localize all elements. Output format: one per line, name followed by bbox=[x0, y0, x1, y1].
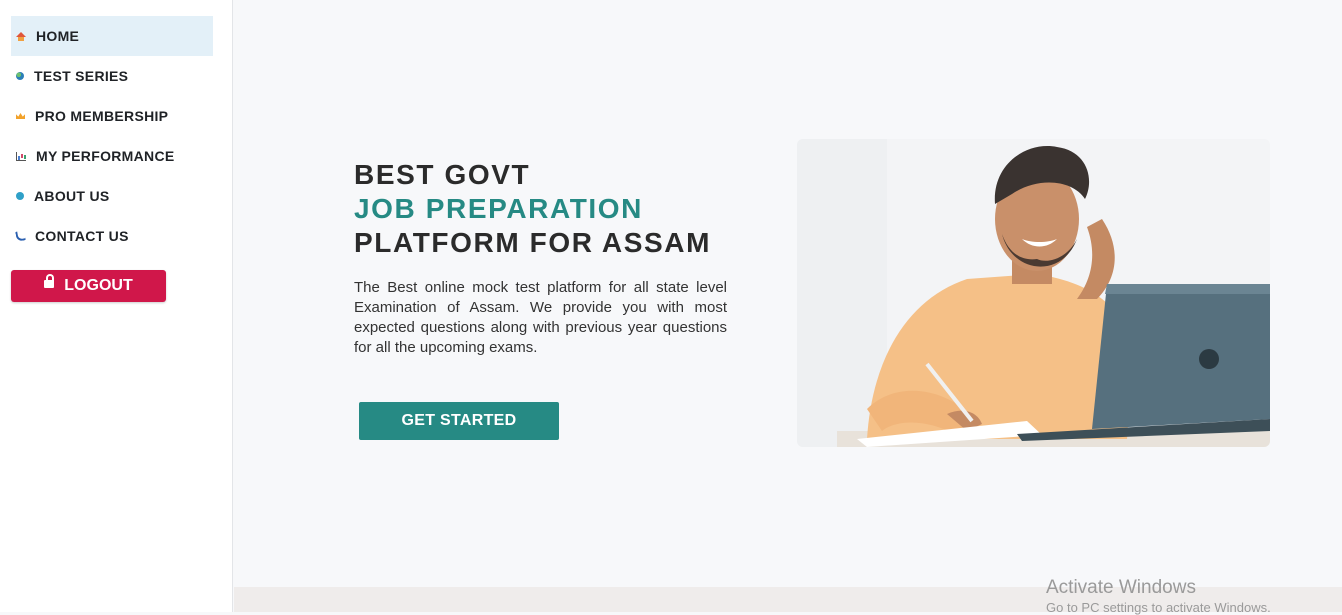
logout-label: LOGOUT bbox=[64, 277, 133, 294]
phone-icon bbox=[15, 230, 26, 242]
activate-windows-subtitle: Go to PC settings to activate Windows. bbox=[1046, 600, 1271, 615]
sidebar-item-label: CONTACT US bbox=[35, 228, 129, 244]
home-icon bbox=[16, 31, 26, 41]
crown-icon bbox=[16, 113, 25, 119]
globe-icon bbox=[16, 72, 24, 80]
sidebar-item-label: PRO MEMBERSHIP bbox=[35, 108, 169, 124]
hero-image bbox=[797, 139, 1270, 447]
logout-button[interactable]: LOGOUT bbox=[11, 270, 166, 302]
sidebar-item-my-performance[interactable]: MY PERFORMANCE bbox=[11, 136, 213, 176]
hero-title-line2: JOB PREPARATION bbox=[354, 193, 643, 224]
sidebar-item-label: TEST SERIES bbox=[34, 68, 129, 84]
hero-title-line1: BEST GOVT bbox=[354, 159, 531, 190]
sidebar-item-contact-us[interactable]: CONTACT US bbox=[11, 216, 213, 256]
sidebar-item-label: MY PERFORMANCE bbox=[36, 148, 175, 164]
sidebar-item-label: ABOUT US bbox=[34, 188, 110, 204]
sidebar-item-pro-membership[interactable]: PRO MEMBERSHIP bbox=[11, 96, 213, 136]
student-with-laptop-illustration bbox=[797, 139, 1270, 447]
hero-description: The Best online mock test platform for a… bbox=[354, 279, 727, 356]
chart-icon bbox=[16, 151, 26, 161]
sidebar-item-test-series[interactable]: TEST SERIES bbox=[11, 56, 213, 96]
sidebar-item-label: HOME bbox=[36, 28, 80, 44]
get-started-button[interactable]: GET STARTED bbox=[359, 402, 559, 440]
hero-title-line3: PLATFORM FOR ASSAM bbox=[354, 227, 711, 258]
sidebar-nav: HOME TEST SERIES PRO MEMBERSHIP MY PERFO… bbox=[11, 16, 213, 256]
activate-windows-title: Activate Windows bbox=[1046, 577, 1196, 598]
hero-title: BEST GOVT JOB PREPARATION PLATFORM FOR A… bbox=[354, 158, 711, 260]
sidebar: HOME TEST SERIES PRO MEMBERSHIP MY PERFO… bbox=[0, 0, 233, 612]
info-icon bbox=[16, 192, 24, 200]
sidebar-item-about-us[interactable]: ABOUT US bbox=[11, 176, 213, 216]
lock-icon bbox=[44, 274, 55, 288]
sidebar-item-home[interactable]: HOME bbox=[11, 16, 213, 56]
